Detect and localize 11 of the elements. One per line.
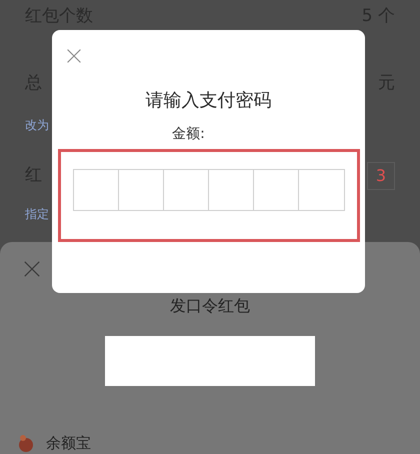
close-icon[interactable] bbox=[66, 48, 82, 64]
dialog-title: 请输入支付密码 bbox=[146, 89, 272, 113]
sheet-title: 发口令红包 bbox=[170, 295, 250, 317]
amount-label: 金额: bbox=[172, 125, 205, 144]
link-text[interactable]: 改为 bbox=[25, 116, 49, 134]
close-icon[interactable] bbox=[23, 260, 41, 278]
payment-method[interactable]: 余额宝 bbox=[46, 432, 91, 454]
link-text[interactable]: 指定 bbox=[25, 205, 49, 223]
count-field[interactable]: 3 bbox=[366, 162, 395, 190]
password-input-area[interactable] bbox=[105, 336, 315, 386]
password-field[interactable] bbox=[72, 169, 344, 211]
